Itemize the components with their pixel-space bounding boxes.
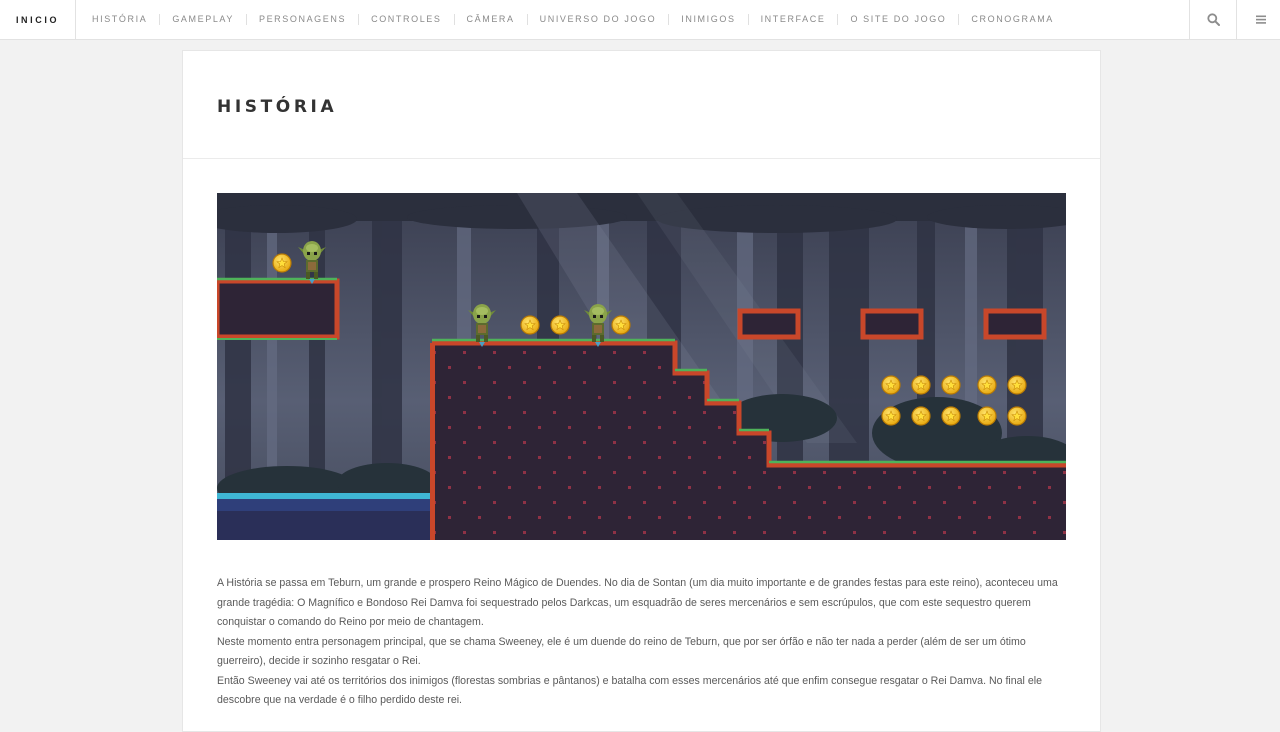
nav-item-gameplay[interactable]: GAMEPLAY [159,14,246,25]
nav-item-cronograma[interactable]: CRONOGRAMA [958,14,1066,25]
story-paragraph: Neste momento entra personagem principal… [217,635,1026,668]
nav-item-inimigos[interactable]: INIMIGOS [668,14,747,25]
game-screenshot-image [217,193,1066,540]
article-card: HISTÓRIA A História se passa em Teburn, … [182,50,1101,732]
nav-item-historia[interactable]: HISTÓRIA [80,14,159,25]
nav-item-camera[interactable]: CÂMERA [453,14,527,25]
nav-item-o-site-do-jogo[interactable]: O SITE DO JOGO [837,14,958,25]
story-paragraph: Então Sweeney vai até os territórios dos… [217,674,1042,707]
story-paragraph: A História se passa em Teburn, um grande… [217,577,1058,628]
hamburger-menu-icon [1255,15,1266,24]
menu-button[interactable] [1236,0,1280,39]
nav-item-interface[interactable]: INTERFACE [747,14,838,25]
top-navigation-bar: INICIO HISTÓRIA GAMEPLAY PERSONAGENS CON… [0,0,1280,40]
nav-item-personagens[interactable]: PERSONAGENS [245,14,358,25]
nav-item-universo-do-jogo[interactable]: UNIVERSO DO JOGO [526,14,669,25]
article-header: HISTÓRIA [183,51,1100,159]
home-link[interactable]: INICIO [0,0,76,39]
story-text: A História se passa em Teburn, um grande… [217,574,1066,711]
nav-item-controles[interactable]: CONTROLES [358,14,453,25]
main-menu: HISTÓRIA GAMEPLAY PERSONAGENS CONTROLES … [80,0,1066,39]
page-title: HISTÓRIA [217,97,338,117]
search-button[interactable] [1189,0,1237,39]
search-icon [1207,13,1220,26]
